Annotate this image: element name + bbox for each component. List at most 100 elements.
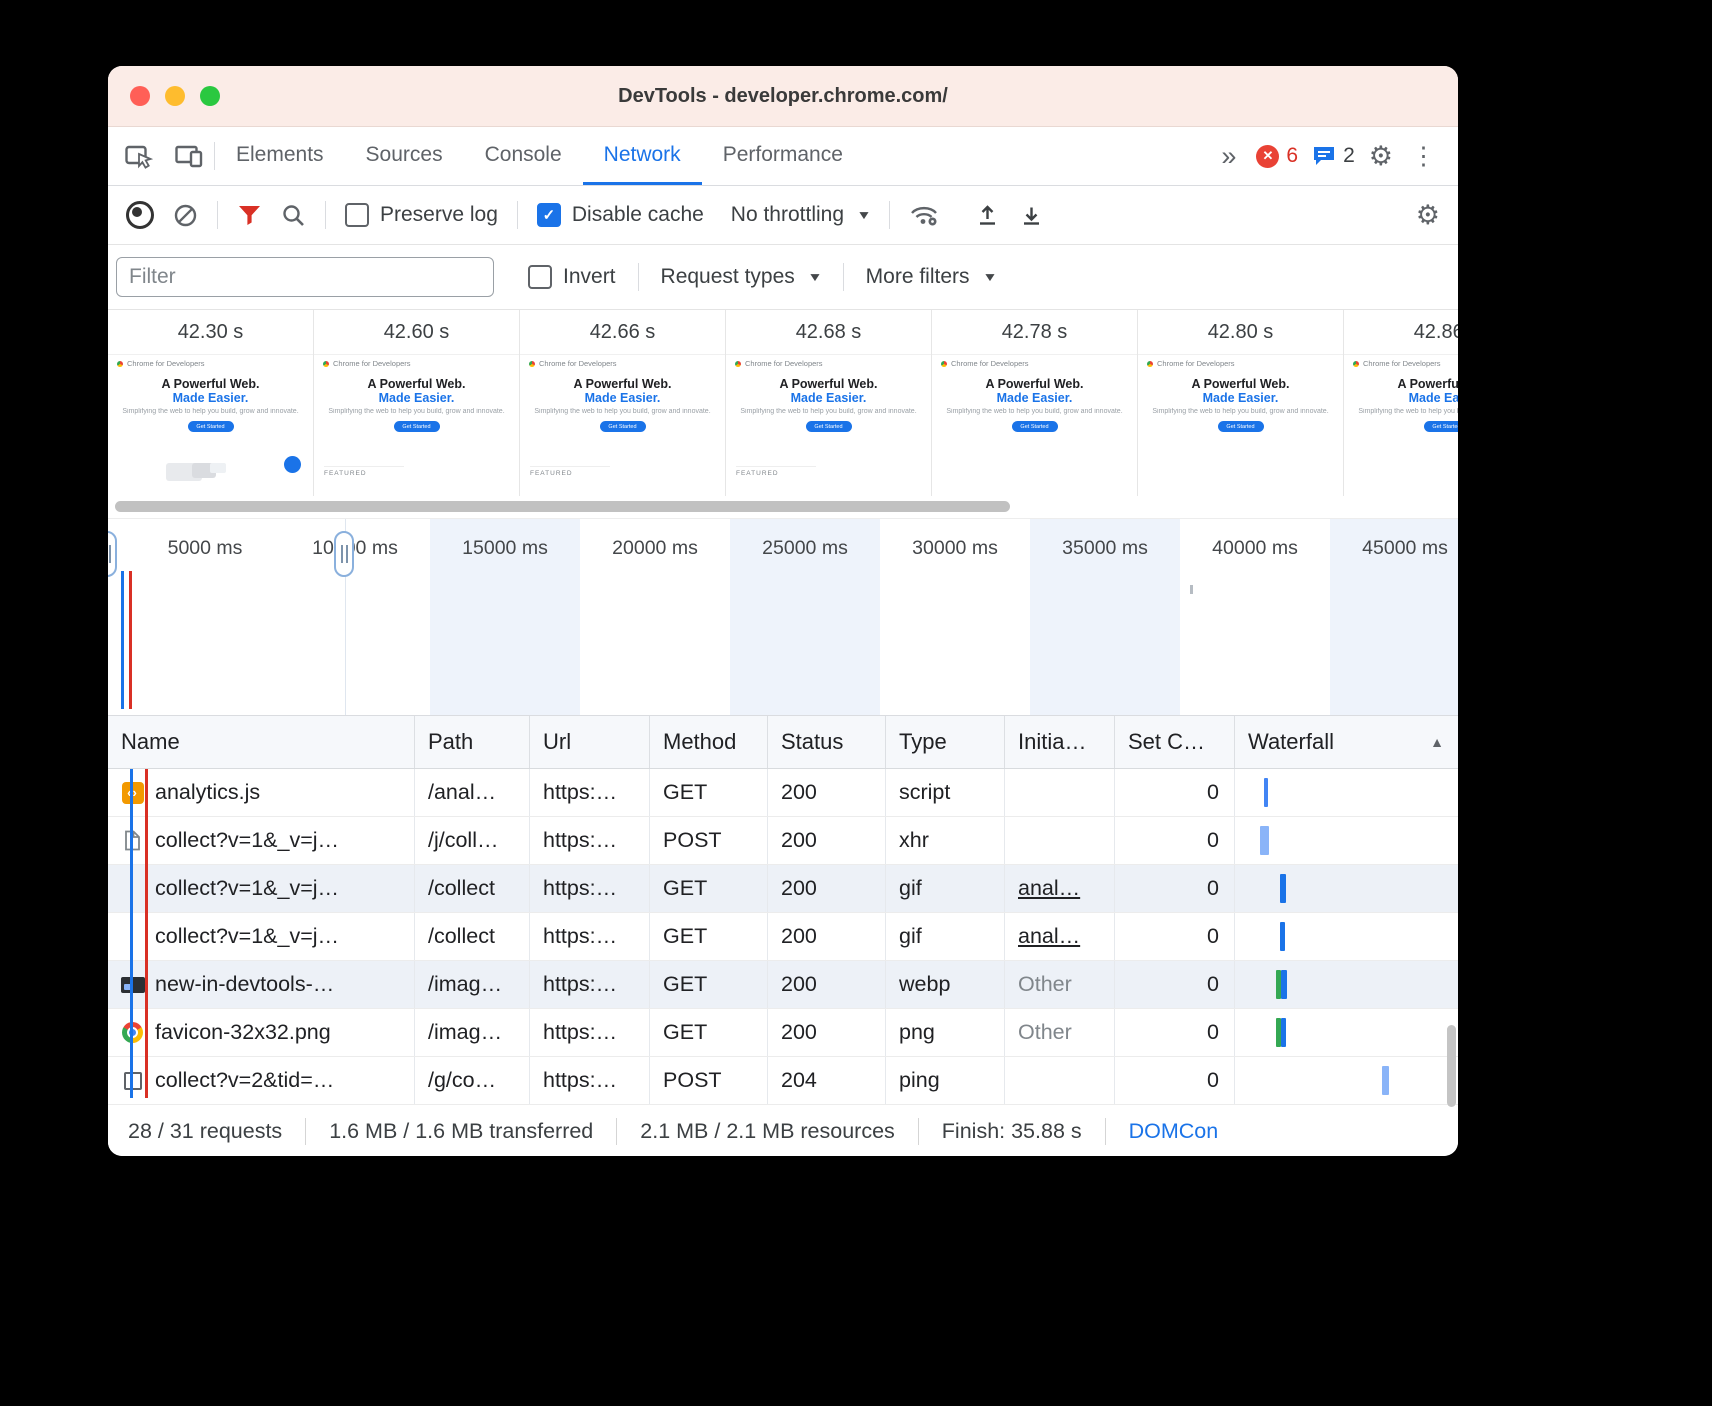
table-row[interactable]: new-in-devtools-… /imag… https:… GET 200… xyxy=(108,961,1458,1009)
column-header-status[interactable]: Status xyxy=(768,716,886,768)
request-type: gif xyxy=(886,865,1005,912)
timeline-label: 30000 ms xyxy=(912,537,998,560)
column-header-setc[interactable]: Set C… xyxy=(1115,716,1235,768)
request-type: ping xyxy=(886,1057,1005,1104)
request-types-dropdown[interactable]: Request types ▼ xyxy=(661,265,821,289)
request-url: https:… xyxy=(530,865,650,912)
error-icon: ✕ xyxy=(1256,145,1279,168)
request-method: POST xyxy=(650,817,768,864)
request-url: https:… xyxy=(530,913,650,960)
thumb-title-accent: Made Easier. xyxy=(520,391,725,405)
thumb-subtitle: Simplifying the web to help you build, g… xyxy=(108,408,313,415)
issues-badge[interactable]: 2 xyxy=(1312,144,1355,168)
network-settings-gear-icon[interactable]: ⚙ xyxy=(1416,202,1440,229)
title-bar: DevTools - developer.chrome.com/ xyxy=(108,66,1458,127)
request-path: /collect xyxy=(415,913,530,960)
filter-input[interactable] xyxy=(116,257,494,297)
zoom-window-button[interactable] xyxy=(200,86,220,106)
timeline-left-handle[interactable] xyxy=(108,531,117,577)
preserve-log-box[interactable] xyxy=(345,203,369,227)
disable-cache-checkbox[interactable]: Disable cache xyxy=(537,203,704,227)
column-header-method[interactable]: Method xyxy=(650,716,768,768)
frame-timestamp: 42.60 s xyxy=(314,310,519,354)
column-header-url[interactable]: Url xyxy=(530,716,650,768)
frame-timestamp: 42.86 s xyxy=(1344,310,1458,354)
tab-network[interactable]: Network xyxy=(583,127,702,185)
import-har-icon[interactable] xyxy=(975,203,1000,228)
thumb-get-started-button: Get Started xyxy=(394,421,440,432)
minimize-window-button[interactable] xyxy=(165,86,185,106)
filmstrip-frame[interactable]: 42.30 s Chrome for Developers A Powerful… xyxy=(108,310,314,496)
request-path: /collect xyxy=(415,865,530,912)
thumb-featured-label: FEATURED xyxy=(736,466,816,477)
horizontal-scrollbar-thumb[interactable] xyxy=(115,501,1010,512)
request-set-cookies: 0 xyxy=(1115,1057,1235,1104)
request-type-icon xyxy=(120,977,145,993)
request-initiator[interactable]: anal… xyxy=(1005,913,1115,960)
timeline-right-handle[interactable] xyxy=(334,531,354,577)
invert-label: Invert xyxy=(563,265,616,289)
thumb-subtitle: Simplifying the web to help you build, g… xyxy=(314,408,519,415)
site-logo-icon xyxy=(735,361,741,367)
tab-performance[interactable]: Performance xyxy=(702,127,864,185)
settings-gear-icon[interactable]: ⚙ xyxy=(1369,143,1393,170)
vertical-scrollbar-thumb[interactable] xyxy=(1447,1025,1456,1107)
filmstrip-frame[interactable]: 42.66 s Chrome for Developers A Powerful… xyxy=(520,310,726,496)
column-header-initia[interactable]: Initia… xyxy=(1005,716,1115,768)
request-name: collect?v=1&_v=j… xyxy=(155,924,339,949)
tab-elements[interactable]: Elements xyxy=(215,127,345,185)
filter-funnel-icon[interactable] xyxy=(237,203,262,227)
column-header-waterfall[interactable]: Waterfall▲ xyxy=(1235,716,1458,768)
network-conditions-icon[interactable] xyxy=(909,202,940,228)
search-icon[interactable] xyxy=(281,203,306,228)
thumb-subtitle: Simplifying the web to help you build, g… xyxy=(932,408,1137,415)
waterfall-bar xyxy=(1382,1066,1389,1095)
table-row[interactable]: collect?v=1&_v=j… /collect https:… GET 2… xyxy=(108,913,1458,961)
tab-console[interactable]: Console xyxy=(464,127,583,185)
column-header-name[interactable]: Name xyxy=(108,716,415,768)
close-window-button[interactable] xyxy=(130,86,150,106)
issues-icon xyxy=(1312,145,1336,167)
device-toolbar-icon[interactable] xyxy=(174,143,204,170)
tab-sources[interactable]: Sources xyxy=(345,127,464,185)
waterfall-load-line xyxy=(145,769,148,1098)
export-har-icon[interactable] xyxy=(1019,203,1044,228)
timeline-label: 15000 ms xyxy=(462,537,548,560)
column-header-path[interactable]: Path xyxy=(415,716,530,768)
frame-timestamp: 42.80 s xyxy=(1138,310,1343,354)
customize-menu-icon[interactable]: ⋮ xyxy=(1407,144,1440,169)
request-method: GET xyxy=(650,865,768,912)
frame-thumbnail: Chrome for Developers A Powerful Web. Ma… xyxy=(1344,354,1458,483)
more-tabs-icon[interactable]: » xyxy=(1215,143,1242,170)
table-row[interactable]: collect?v=2&tid=… /g/co… https:… POST 20… xyxy=(108,1057,1458,1105)
disable-cache-box[interactable] xyxy=(537,203,561,227)
request-initiator[interactable]: anal… xyxy=(1005,865,1115,912)
table-row[interactable]: ‹› analytics.js /anal… https:… GET 200 s… xyxy=(108,769,1458,817)
invert-checkbox[interactable]: Invert xyxy=(528,265,616,289)
table-row[interactable]: favicon-32x32.png /imag… https:… GET 200… xyxy=(108,1009,1458,1057)
request-url: https:… xyxy=(530,961,650,1008)
timeline-overview[interactable]: 5000 ms10000 ms15000 ms20000 ms25000 ms3… xyxy=(108,518,1458,716)
thumb-site-name: Chrome for Developers xyxy=(1363,359,1441,368)
errors-badge[interactable]: ✕ 6 xyxy=(1256,144,1298,168)
filmstrip-frame[interactable]: 42.86 s Chrome for Developers A Powerful… xyxy=(1344,310,1458,496)
thumb-subtitle: Simplifying the web to help you build, g… xyxy=(520,408,725,415)
inspect-element-icon[interactable] xyxy=(124,143,154,170)
status-item: 1.6 MB / 1.6 MB transferred xyxy=(329,1119,593,1144)
request-set-cookies: 0 xyxy=(1115,865,1235,912)
filmstrip-frame[interactable]: 42.68 s Chrome for Developers A Powerful… xyxy=(726,310,932,496)
column-header-type[interactable]: Type xyxy=(886,716,1005,768)
record-network-log-button[interactable] xyxy=(126,201,154,229)
more-filters-dropdown[interactable]: More filters ▼ xyxy=(866,265,996,289)
table-row[interactable]: collect?v=1&_v=j… /j/coll… https:… POST … xyxy=(108,817,1458,865)
invert-box[interactable] xyxy=(528,265,552,289)
filmstrip-frame[interactable]: 42.60 s Chrome for Developers A Powerful… xyxy=(314,310,520,496)
filmstrip-frame[interactable]: 42.80 s Chrome for Developers A Powerful… xyxy=(1138,310,1344,496)
throttling-dropdown[interactable]: No throttling ▼ xyxy=(731,203,870,227)
clear-network-log-icon[interactable] xyxy=(173,203,198,228)
table-row[interactable]: collect?v=1&_v=j… /collect https:… GET 2… xyxy=(108,865,1458,913)
frame-timestamp: 42.78 s xyxy=(932,310,1137,354)
preserve-log-checkbox[interactable]: Preserve log xyxy=(345,203,498,227)
request-url: https:… xyxy=(530,817,650,864)
filmstrip-frame[interactable]: 42.78 s Chrome for Developers A Powerful… xyxy=(932,310,1138,496)
